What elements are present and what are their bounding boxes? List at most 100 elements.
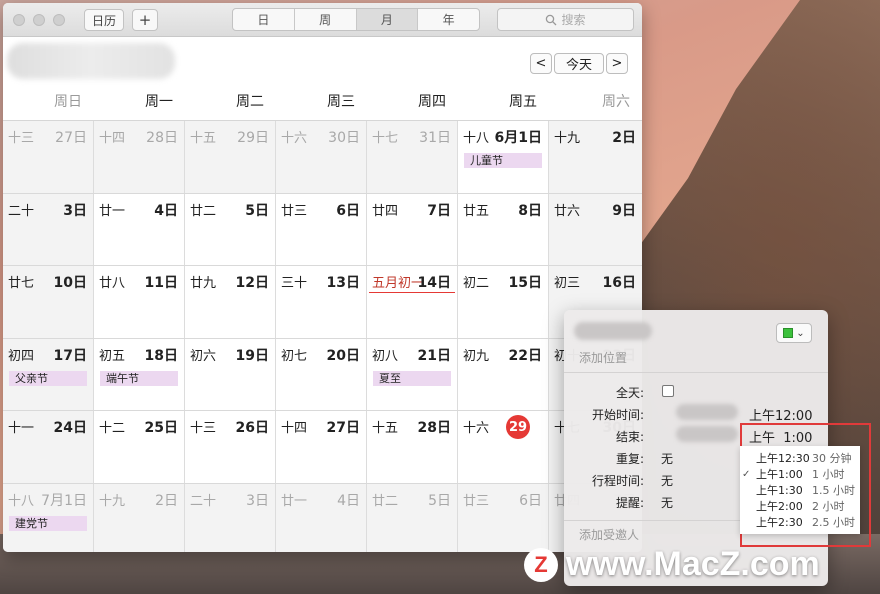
- tab-month[interactable]: 月: [356, 9, 419, 30]
- day-cell[interactable]: 初六 19日: [185, 338, 276, 411]
- week-row: 二十 3日 廿一 4日 廿二 5日 廿三 6日 廿四 7日 廿五 8日 廿六 9日: [3, 193, 642, 267]
- add-invitees-field[interactable]: 添加受邀人: [579, 526, 639, 543]
- end-time-option[interactable]: ✓ 上午1:00 1 小时: [740, 466, 860, 482]
- lunar-date: 十四: [99, 131, 126, 146]
- day-cell[interactable]: 廿六 9日: [549, 193, 642, 266]
- day-cell[interactable]: 十四 28日: [94, 121, 185, 193]
- lunar-date: 初六: [190, 348, 217, 364]
- day-number: 28日: [146, 130, 178, 146]
- option-time: 上午2:30: [756, 516, 803, 529]
- holiday-event[interactable]: 儿童节: [464, 153, 542, 168]
- day-cell[interactable]: 十五 28日: [367, 411, 458, 483]
- option-duration: 30 分钟: [812, 452, 852, 465]
- calendars-button[interactable]: 日历: [84, 9, 124, 31]
- calendar-color-picker[interactable]: ⌄: [776, 323, 812, 343]
- day-cell[interactable]: 十八 6月1日 儿童节: [458, 121, 549, 193]
- day-cell[interactable]: 廿七 10日: [3, 266, 94, 338]
- day-cell[interactable]: 二十 3日: [185, 483, 276, 552]
- day-cell[interactable]: 十四 27日: [276, 411, 367, 483]
- day-cell[interactable]: 廿三 6日: [458, 483, 549, 552]
- search-field[interactable]: 搜索: [497, 8, 634, 31]
- color-swatch: [783, 328, 794, 338]
- next-month-button[interactable]: >: [606, 53, 628, 74]
- week-row: 十三 27日 十四 28日 十五 29日 十六 30日 十七 31日 十八 6月1日 儿童节 十九 2日: [3, 121, 642, 194]
- add-location-field[interactable]: 添加位置: [579, 349, 627, 366]
- weekday-label: 周五: [509, 94, 537, 110]
- day-cell[interactable]: 十六 29: [458, 411, 549, 483]
- day-cell[interactable]: 十九 2日: [94, 483, 185, 552]
- day-cell[interactable]: 廿四 7日: [367, 193, 458, 266]
- tab-day[interactable]: 日: [233, 9, 295, 30]
- day-number: 2日: [612, 130, 636, 146]
- day-cell[interactable]: 廿三 6日: [276, 193, 367, 266]
- day-cell[interactable]: 十三 26日: [185, 411, 276, 483]
- end-time-dropdown: 上午12:30 30 分钟 ✓ 上午1:00 1 小时 上午1:30 1.5 小时 上午2:0…: [740, 446, 860, 534]
- holiday-event[interactable]: 端午节: [100, 370, 178, 386]
- month-header: < 今天 >: [3, 37, 642, 87]
- day-cell[interactable]: 十九 2日: [549, 121, 642, 193]
- day-number: 22日: [508, 347, 542, 364]
- day-cell[interactable]: 十五 29日: [185, 121, 276, 193]
- day-cell[interactable]: 廿二 5日: [367, 483, 458, 552]
- prev-month-button[interactable]: <: [530, 53, 552, 74]
- zoom-button[interactable]: [53, 14, 65, 26]
- lunar-date: 十三: [8, 131, 35, 146]
- tab-week[interactable]: 周: [295, 9, 357, 30]
- day-number: 6日: [519, 492, 542, 509]
- day-cell[interactable]: 十七 31日: [367, 121, 458, 193]
- day-cell[interactable]: 廿九 12日: [185, 266, 276, 338]
- day-number: 3日: [246, 492, 269, 509]
- day-number: 18日: [144, 347, 178, 364]
- add-event-button[interactable]: +: [132, 9, 158, 31]
- option-duration: 1 小时: [812, 468, 845, 481]
- holiday-event[interactable]: 夏至: [373, 370, 451, 386]
- day-cell[interactable]: 廿二 5日: [185, 193, 276, 266]
- day-cell[interactable]: 二十 3日: [3, 193, 94, 266]
- minimize-button[interactable]: [33, 14, 45, 26]
- lunar-date: 廿五: [463, 203, 490, 219]
- week-row: 十八7月1日建党节十九2日二十3日廿一4日廿二5日廿三6日廿四7日: [3, 483, 642, 552]
- day-cell[interactable]: 廿五 8日: [458, 193, 549, 266]
- day-cell[interactable]: 十三 27日: [3, 121, 94, 193]
- day-cell[interactable]: 十八 7月1日 建党节: [3, 483, 94, 552]
- start-time-field[interactable]: 上午12:00: [749, 405, 812, 424]
- day-cell[interactable]: 初七 20日: [276, 338, 367, 411]
- day-number: 31日: [419, 130, 451, 146]
- day-number: 28日: [417, 420, 451, 437]
- day-number: 12日: [235, 275, 269, 292]
- end-time-option[interactable]: 上午2:00 2 小时: [740, 498, 860, 514]
- holiday-event[interactable]: 建党节: [9, 515, 87, 531]
- day-cell[interactable]: 五月初一 14日: [367, 266, 458, 338]
- travel-time-value[interactable]: 无: [661, 472, 673, 489]
- day-cell[interactable]: 三十 13日: [276, 266, 367, 338]
- lunar-date: 十五: [372, 421, 399, 437]
- close-button[interactable]: [13, 14, 25, 26]
- end-time-option[interactable]: 上午1:30 1.5 小时: [740, 482, 860, 498]
- day-number: 30日: [328, 130, 360, 146]
- holiday-event[interactable]: 父亲节: [9, 370, 87, 386]
- day-number: 24日: [53, 420, 87, 437]
- end-time-option[interactable]: 上午12:30 30 分钟: [740, 450, 860, 466]
- day-cell[interactable]: 初二 15日: [458, 266, 549, 338]
- alert-value[interactable]: 无: [661, 494, 673, 511]
- day-cell[interactable]: 初四 17日 父亲节: [3, 338, 94, 411]
- day-cell[interactable]: 初五 18日 端午节: [94, 338, 185, 411]
- repeat-value[interactable]: 无: [661, 450, 673, 467]
- day-cell[interactable]: 十一 24日: [3, 411, 94, 483]
- day-number: 6月1日: [494, 130, 542, 146]
- lunar-date: 十六: [463, 421, 490, 437]
- tab-year[interactable]: 年: [418, 9, 479, 30]
- day-cell[interactable]: 初九 22日: [458, 338, 549, 411]
- search-placeholder: 搜索: [561, 13, 586, 27]
- watermark: Z www.MacZ.com: [524, 545, 820, 584]
- day-cell[interactable]: 十二 25日: [94, 411, 185, 483]
- day-cell[interactable]: 十六 30日: [276, 121, 367, 193]
- day-cell[interactable]: 初八 21日 夏至: [367, 338, 458, 411]
- all-day-checkbox[interactable]: [662, 385, 674, 397]
- today-button[interactable]: 今天: [554, 53, 604, 74]
- day-number: 9日: [612, 202, 636, 219]
- day-cell[interactable]: 廿一 4日: [94, 193, 185, 266]
- day-cell[interactable]: 廿一 4日: [276, 483, 367, 552]
- end-time-option[interactable]: 上午2:30 2.5 小时: [740, 514, 860, 530]
- day-cell[interactable]: 廿八 11日: [94, 266, 185, 338]
